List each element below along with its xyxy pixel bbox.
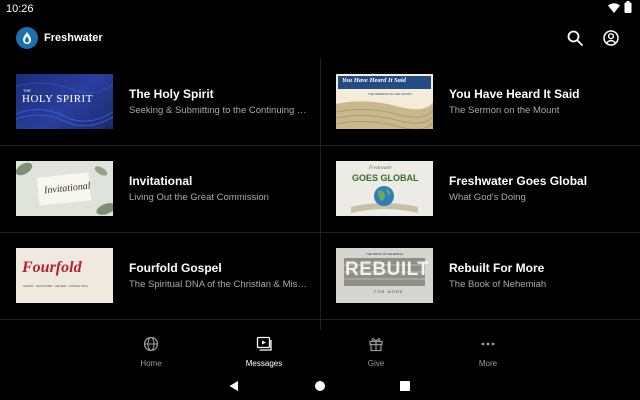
row-divider [0, 319, 640, 320]
thumb-caption: FOR MORE [374, 289, 404, 294]
series-thumbnail: THE BOOK OF NEHEMIAH REBUILT FOR MORE [336, 248, 433, 303]
nav-label: More [478, 359, 498, 368]
series-title: Invitational [129, 174, 193, 188]
app-logo-icon [16, 27, 38, 49]
series-card-fourfold-gospel[interactable]: Fourfold SAVIOR · SANCTIFIER · HEALER · … [0, 232, 320, 319]
series-title: Rebuilt For More [449, 261, 545, 275]
home-circle-icon[interactable] [312, 378, 328, 394]
series-subtitle: The Sermon on the Mount [449, 105, 560, 116]
nav-label: Home [140, 359, 162, 368]
system-nav-bar [0, 372, 640, 400]
bottom-nav: Home Messages Give More [0, 332, 640, 372]
nav-item-home[interactable]: Home [111, 336, 191, 368]
card-text: Fourfold Gospel The Spiritual DNA of the… [129, 261, 309, 290]
series-card-rebuilt-for-more[interactable]: THE BOOK OF NEHEMIAH REBUILT FOR MORE Re… [320, 232, 640, 319]
thumb-prefix: THE BOOK OF NEHEMIAH [366, 252, 404, 256]
nav-label: Give [367, 359, 385, 368]
thumb-title: You Have Heard It Said [342, 77, 406, 84]
status-bar: 10:26 [0, 0, 640, 18]
thumb-caption: THE SERMON ON THE MOUNT [368, 92, 412, 96]
series-thumbnail: You Have Heard It Said THE SERMON ON THE… [336, 74, 433, 129]
card-text: Freshwater Goes Global What God's Doing [449, 174, 629, 203]
globe-icon [143, 336, 159, 357]
thumb-title: GOES GLOBAL [352, 173, 419, 183]
series-grid: THE HOLY SPIRIT The Holy Spirit Seeking … [0, 58, 640, 330]
nav-item-messages[interactable]: Messages [224, 336, 304, 368]
series-card-invitational[interactable]: Invitational Invitational Living Out the… [0, 145, 320, 232]
series-thumbnail: THE HOLY SPIRIT [16, 74, 113, 129]
series-subtitle: Seeking & Submitting to the Continuing W… [129, 105, 309, 116]
back-icon[interactable] [226, 378, 242, 394]
series-subtitle: What God's Doing [449, 192, 526, 203]
series-thumbnail: Invitational [16, 161, 113, 216]
app-title: Freshwater [44, 32, 103, 44]
recents-square-icon[interactable] [397, 378, 413, 394]
card-text: The Holy Spirit Seeking & Submitting to … [129, 87, 309, 116]
thumb-caption: SAVIOR · SANCTIFIER · HEALER · COMING KI… [23, 284, 88, 288]
card-text: You Have Heard It Said The Sermon on the… [449, 87, 629, 116]
card-text: Invitational Living Out the Great Commis… [129, 174, 309, 203]
series-thumbnail: Fourfold SAVIOR · SANCTIFIER · HEALER · … [16, 248, 113, 303]
video-library-icon [256, 336, 272, 357]
battery-icon [624, 0, 632, 18]
nav-item-give[interactable]: Give [336, 336, 416, 368]
card-text: Rebuilt For More The Book of Nehemiah [449, 261, 629, 290]
status-icons [608, 0, 632, 18]
wifi-icon [608, 0, 620, 18]
series-subtitle: Living Out the Great Commission [129, 192, 269, 203]
app-actions [564, 27, 622, 49]
nav-item-more[interactable]: More [448, 336, 528, 368]
search-icon[interactable] [564, 27, 586, 49]
app-bar: Freshwater [0, 20, 640, 56]
thumb-title: REBUILT [345, 259, 430, 280]
series-title: Freshwater Goes Global [449, 174, 588, 188]
series-card-the-holy-spirit[interactable]: THE HOLY SPIRIT The Holy Spirit Seeking … [0, 58, 320, 145]
nav-label: Messages [245, 359, 283, 368]
series-subtitle: The Book of Nehemiah [449, 279, 547, 290]
thumb-prefix: Freshwater [369, 166, 392, 171]
gift-icon [368, 336, 384, 357]
series-card-freshwater-goes-global[interactable]: Freshwater GOES GLOBAL Freshwater Goes G… [320, 145, 640, 232]
thumb-title: HOLY SPIRIT [22, 93, 93, 105]
series-thumbnail: Freshwater GOES GLOBAL [336, 161, 433, 216]
more-horizontal-icon [480, 336, 496, 357]
account-icon[interactable] [600, 27, 622, 49]
thumb-title: Fourfold [22, 259, 82, 276]
series-title: The Holy Spirit [129, 87, 214, 101]
series-title: Fourfold Gospel [129, 261, 222, 275]
series-subtitle: The Spiritual DNA of the Christian & Mis… [129, 279, 309, 290]
status-time: 10:26 [6, 3, 34, 15]
series-card-you-have-heard-it-said[interactable]: You Have Heard It Said THE SERMON ON THE… [320, 58, 640, 145]
series-title: You Have Heard It Said [449, 87, 580, 101]
